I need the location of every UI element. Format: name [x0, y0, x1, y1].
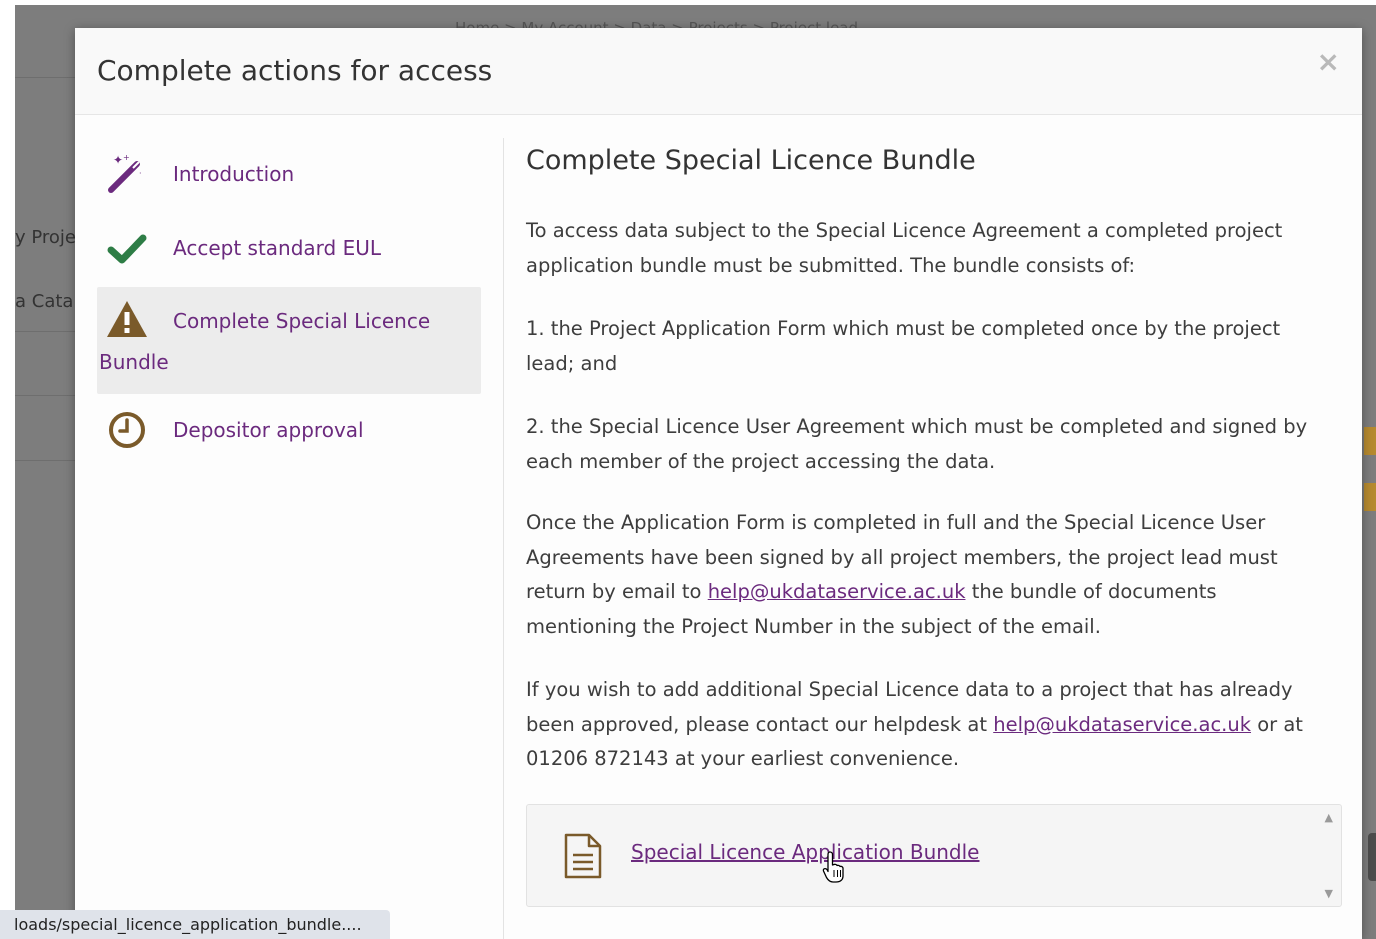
check-icon	[107, 234, 147, 264]
background-nav-fragment: a Cata	[15, 291, 74, 312]
clock-icon	[109, 412, 145, 448]
modal-title: Complete actions for access	[97, 54, 493, 87]
step-label-continued: Bundle	[99, 350, 169, 374]
background-divider	[15, 395, 75, 396]
step-accept-eul[interactable]: Accept standard EUL	[97, 212, 481, 286]
modal-header: Complete actions for access ×	[75, 28, 1362, 115]
scroll-up-arrow-icon[interactable]: ▲	[1325, 811, 1333, 824]
bundle-download-link[interactable]: Special Licence Application Bundle	[631, 840, 980, 864]
access-modal: Complete actions for access × ✦ + · Intr…	[75, 28, 1362, 939]
step-label: Complete Special Licence	[173, 309, 431, 333]
steps-list: ✦ + · Introduction Accept standard EUL C…	[97, 138, 481, 468]
content-paragraph: 1. the Project Application Form which mu…	[526, 317, 1281, 375]
scroll-down-arrow-icon[interactable]: ▼	[1325, 887, 1333, 900]
email-link[interactable]: help@ukdataservice.ac.uk	[708, 580, 966, 603]
content-heading: Complete Special Licence Bundle	[526, 145, 976, 176]
content-paragraph: If you wish to add additional Special Li…	[526, 673, 1326, 777]
background-badge	[1364, 483, 1376, 511]
step-special-licence-bundle[interactable]: Complete Special Licence Bundle	[97, 287, 481, 394]
document-icon	[564, 833, 602, 879]
background-divider	[15, 331, 75, 332]
browser-status-bar: loads/special_licence_application_bundle…	[0, 910, 390, 939]
step-depositor-approval[interactable]: Depositor approval	[97, 394, 481, 468]
content-paragraph: 2. the Special Licence User Agreement wh…	[526, 415, 1308, 473]
hand-cursor-icon	[822, 851, 844, 883]
magic-wand-icon: ✦ + ·	[108, 153, 142, 193]
svg-text:·: ·	[139, 169, 142, 178]
download-box: Special Licence Application Bundle ▲ ▼	[526, 804, 1342, 907]
column-divider	[503, 138, 504, 939]
step-label: Introduction	[173, 162, 295, 186]
step-label: Accept standard EUL	[173, 236, 382, 260]
background-badge	[1364, 427, 1376, 455]
step-label: Depositor approval	[173, 418, 364, 442]
email-link[interactable]: help@ukdataservice.ac.uk	[993, 713, 1251, 736]
background-divider	[15, 77, 75, 78]
warning-icon	[107, 301, 147, 337]
step-introduction[interactable]: ✦ + · Introduction	[97, 138, 481, 212]
content-paragraph: To access data subject to the Special Li…	[526, 219, 1283, 277]
screen-edge	[0, 0, 15, 939]
svg-text:+: +	[123, 153, 130, 162]
background-nav-fragment: y Proje	[15, 227, 77, 248]
background-divider	[15, 460, 75, 461]
close-button[interactable]: ×	[1317, 48, 1340, 76]
content-paragraph: Once the Application Form is completed i…	[526, 506, 1326, 644]
svg-text:✦: ✦	[113, 153, 123, 167]
background-button-edge	[1368, 833, 1376, 881]
